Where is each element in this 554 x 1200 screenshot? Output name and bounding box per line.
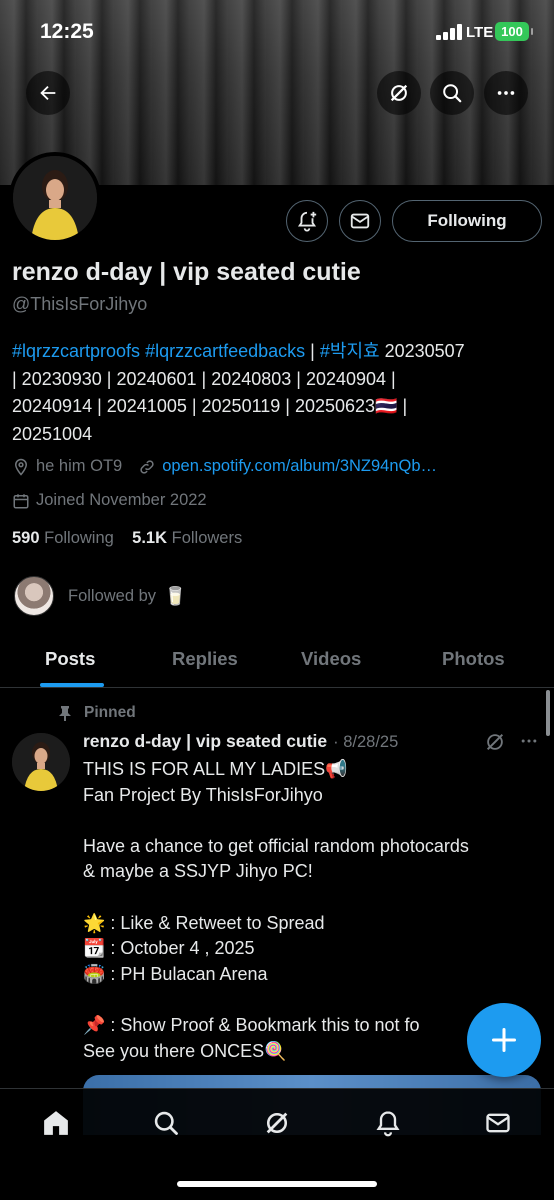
following-count-link[interactable]: 590 Following: [12, 529, 114, 547]
link-icon: [140, 459, 154, 474]
hashtag-link[interactable]: #lqrzzcartfeedbacks: [145, 341, 305, 361]
tab-replies[interactable]: Replies: [172, 648, 238, 670]
tab-videos[interactable]: Videos: [301, 648, 361, 670]
notification-bell-plus-icon: [297, 211, 317, 232]
battery-indicator: 100: [495, 22, 533, 41]
grok-button[interactable]: [377, 71, 421, 115]
network-type: LTE: [466, 24, 494, 41]
post-author-avatar[interactable]: [12, 733, 70, 791]
bio-dates: 20251004: [12, 423, 93, 444]
location-text: he him OT9: [36, 457, 123, 475]
search-nav-icon: [154, 1111, 178, 1135]
pin-icon: [59, 706, 71, 721]
followed-by-emoji: 🥛: [164, 585, 187, 606]
bio-dates: | 20230930 | 20240601 | 20240803 | 20240…: [12, 368, 396, 389]
follow-counts: 590 Following 5.1K Followers: [12, 529, 242, 548]
scrollbar[interactable]: [546, 690, 550, 736]
followed-by[interactable]: Followed by 🥛: [14, 576, 186, 616]
status-bar: 12:25 LTE 100: [0, 0, 554, 62]
profile-avatar[interactable]: [9, 152, 101, 244]
joined-date: Joined November 2022: [36, 491, 207, 509]
display-name: renzo d-day | vip seated cutie: [12, 258, 361, 286]
grok-nav-icon: [266, 1112, 288, 1134]
tab-photos[interactable]: Photos: [442, 648, 505, 670]
location-icon: [14, 458, 28, 476]
home-icon: [44, 1111, 68, 1135]
followers-count-link[interactable]: 5.1K Followers: [132, 529, 242, 547]
more-button[interactable]: [484, 71, 528, 115]
profile-handle: @ThisIsForJihyo: [12, 294, 148, 314]
bio-separator: |: [310, 341, 315, 361]
plus-icon: [491, 1027, 517, 1053]
pinned-label-row: Pinned: [58, 704, 136, 722]
profile-link[interactable]: open.spotify.com/album/3NZ94nQb…: [162, 457, 437, 476]
nav-home[interactable]: [36, 1103, 76, 1143]
mail-icon: [350, 213, 370, 229]
followed-by-label: Followed by: [68, 586, 157, 605]
nav-grok[interactable]: [257, 1103, 297, 1143]
back-button[interactable]: [26, 71, 70, 115]
profile-meta: he him OT9 open.spotify.com/album/3NZ94n…: [12, 457, 437, 476]
home-indicator[interactable]: [177, 1181, 377, 1187]
pinned-label: Pinned: [84, 704, 136, 721]
post-author-name[interactable]: renzo d-day | vip seated cutie: [83, 731, 327, 752]
nav-messages[interactable]: [478, 1103, 518, 1143]
back-arrow-icon: [40, 85, 56, 101]
post-more-button[interactable]: [519, 731, 539, 756]
calendar-icon: [13, 493, 29, 508]
message-button[interactable]: [339, 200, 381, 242]
search-button[interactable]: [430, 71, 474, 115]
bio-dates: 20240914 | 20241005 | 20250119 | 2025062…: [12, 396, 408, 416]
tab-posts[interactable]: Posts: [45, 648, 95, 670]
hashtag-link[interactable]: #박지효: [320, 341, 380, 361]
joined-row: Joined November 2022: [12, 491, 207, 510]
more-icon: [521, 739, 537, 743]
post-grok-button[interactable]: [484, 731, 506, 758]
hashtag-link[interactable]: #lqrzzcartproofs: [12, 341, 140, 361]
post-header: renzo d-day | vip seated cutie · 8/28/25: [83, 731, 398, 752]
bio-dates: 20230507: [384, 341, 465, 361]
bell-icon: [376, 1111, 400, 1137]
notify-button[interactable]: [286, 200, 328, 242]
nav-search[interactable]: [146, 1103, 186, 1143]
active-tab-indicator: [40, 683, 104, 687]
status-time: 12:25: [40, 20, 94, 43]
mail-nav-icon: [486, 1113, 510, 1133]
grok-icon: [390, 84, 408, 102]
search-icon: [443, 84, 462, 103]
following-button[interactable]: Following: [392, 200, 542, 242]
post-date[interactable]: · 8/28/25: [333, 733, 398, 752]
more-icon: [497, 91, 515, 95]
compose-button[interactable]: [467, 1003, 541, 1077]
profile-tabs: Posts Replies Videos Photos: [0, 638, 554, 688]
nav-notifications[interactable]: [368, 1103, 408, 1143]
profile-bio: #lqrzzcartproofs #lqrzzcartfeedbacks | #…: [12, 338, 542, 448]
follower-avatar: [14, 576, 54, 616]
grok-icon: [486, 733, 504, 751]
signal-icon: [436, 24, 462, 40]
